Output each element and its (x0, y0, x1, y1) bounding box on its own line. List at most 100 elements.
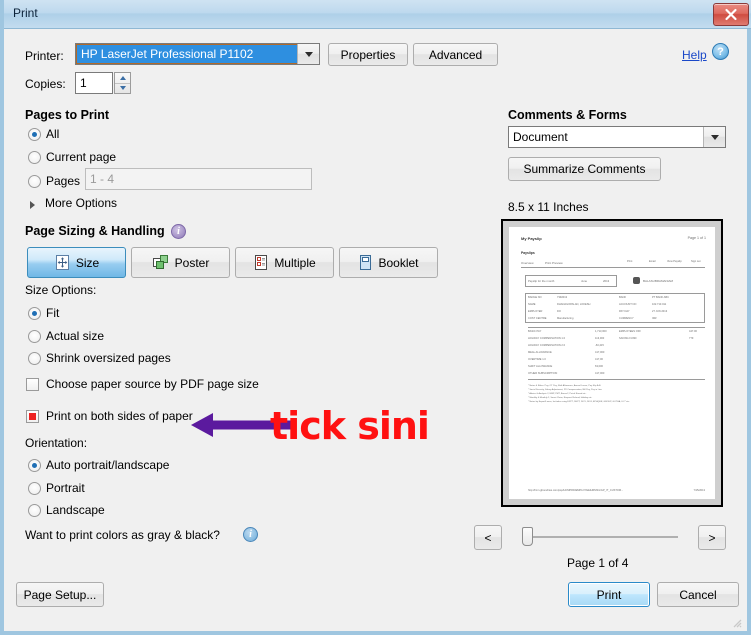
preview-fieldr-1-k: ACCOUNT NO (619, 303, 637, 306)
preview-ded-1-k: SAVING FUND (619, 337, 637, 340)
copies-input[interactable]: 1 (75, 72, 113, 94)
page-setup-button[interactable]: Page Setup... (16, 582, 104, 607)
preview-field-2-k: EMPLOYER (528, 310, 543, 313)
preview-doc-page-label: Page 1 of 1 (687, 236, 706, 240)
radio-pages-all[interactable] (28, 128, 41, 141)
resize-grip-icon[interactable] (730, 616, 742, 628)
printer-select[interactable]: HP LaserJet Professional P1102 (75, 43, 320, 65)
preview-page-indicator: Page 1 of 4 (567, 556, 629, 570)
properties-button[interactable]: Properties (328, 43, 408, 66)
paper-size-label: 8.5 x 11 Inches (508, 200, 589, 214)
radio-current-page[interactable] (28, 151, 41, 164)
checkbox-paper-source[interactable] (26, 378, 39, 391)
mode-button-size-label: Size (75, 255, 100, 270)
preview-earn-3-k: MEAL ALLOWANCE (528, 351, 552, 354)
preview-next-button[interactable]: > (698, 525, 726, 550)
preview-doc-hdr-b: Email (649, 260, 656, 263)
radio-actual-size[interactable] (28, 330, 41, 343)
mode-button-poster[interactable]: Poster (131, 247, 230, 278)
print-dialog-window: Print Printer: HP LaserJet Professional … (0, 0, 751, 635)
radio-current-page-label: Current page (46, 150, 117, 164)
preview-row-label: Payslip for the month (528, 279, 555, 283)
preview-earn-6-k: OTHER SUBSCRIPTION (528, 372, 558, 375)
preview-company-logo (633, 277, 640, 284)
summarize-comments-button[interactable]: Summarize Comments (508, 157, 661, 181)
size-options-label: Size Options: (25, 283, 97, 297)
preview-earn-0-v: 1,713,000 (595, 330, 607, 333)
preview-earn-2-k: HOLIDAY COMPENSATION 2.0 (528, 344, 566, 347)
preview-rule (521, 267, 705, 268)
chevron-right-icon[interactable] (30, 201, 35, 209)
preview-fineprint-1: * Social Security, Salary Adjustment, PX… (528, 389, 602, 391)
mode-button-size[interactable]: Size (27, 247, 126, 278)
help-link[interactable]: Help (682, 48, 707, 62)
multiple-icon (255, 255, 268, 270)
comments-forms-arrow[interactable] (703, 127, 725, 147)
radio-pages-all-label: All (46, 127, 60, 141)
preview-prev-button[interactable]: < (474, 525, 502, 550)
radio-portrait[interactable] (28, 482, 41, 495)
printer-label: Printer: (25, 49, 64, 63)
help-icon[interactable]: ? (712, 43, 729, 60)
dialog-content: Printer: HP LaserJet Professional P1102 … (4, 29, 747, 631)
preview-fineprint-3: * Monthly & Monthly 2, Smart Claim, Requ… (528, 397, 593, 399)
mode-button-multiple-label: Multiple (274, 255, 316, 270)
preview-doc-section: Payslips (521, 251, 535, 255)
booklet-icon (360, 255, 372, 270)
preview-earn-0-k: BASIC PAY (528, 330, 542, 333)
title-bar: Print (4, 0, 751, 29)
preview-row-value-1: June (581, 279, 588, 283)
printer-select-arrow[interactable] (297, 44, 319, 64)
mode-button-booklet[interactable]: Booklet (339, 247, 438, 278)
preview-fieldr-0-k: BANK (619, 296, 627, 299)
radio-landscape[interactable] (28, 504, 41, 517)
preview-doc-hdr-d: Sign out (691, 260, 701, 263)
orientation-label: Orientation: (25, 436, 88, 450)
print-preview: My Payslip Page 1 of 1 Payslips Overview… (501, 219, 723, 507)
comments-forms-select[interactable]: Document (508, 126, 726, 148)
cancel-button[interactable]: Cancel (657, 582, 739, 607)
radio-shrink-oversized-label: Shrink oversized pages (46, 351, 171, 365)
radio-actual-size-label: Actual size (46, 329, 105, 343)
pages-range-input[interactable]: 1 - 4 (85, 168, 312, 190)
printer-select-value: HP LaserJet Professional P1102 (76, 44, 298, 64)
preview-earn-5-v: 63,000 (595, 365, 603, 368)
preview-fieldr-2-v: 27 JUN 2013 (652, 310, 668, 313)
preview-field-2-v: DO (557, 310, 561, 313)
close-icon[interactable] (713, 3, 749, 26)
preview-row-value-2: 2013 (603, 279, 610, 283)
gray-black-info-icon[interactable]: i (243, 527, 258, 542)
radio-shrink-oversized[interactable] (28, 352, 41, 365)
preview-url-date: 7/15/2013 (693, 489, 705, 492)
poster-icon (152, 255, 168, 269)
preview-ded-0-k: EMPLOYEES OFF (619, 330, 641, 333)
preview-doc-hdr-c: View Payslip (667, 260, 682, 263)
preview-slider-thumb[interactable] (522, 527, 533, 546)
page-sizing-info-icon[interactable]: i (171, 224, 186, 239)
chevron-down-icon (710, 134, 719, 140)
caret-down-icon (119, 86, 126, 90)
more-options-label[interactable]: More Options (45, 196, 117, 210)
preview-field-3-v: Manufacturing (557, 317, 574, 320)
mode-button-multiple[interactable]: Multiple (235, 247, 334, 278)
preview-ded-0-v: 447.00 (689, 330, 697, 333)
preview-slider-track[interactable] (522, 536, 678, 538)
preview-ded-1-v: 779 (689, 337, 694, 340)
radio-fit[interactable] (28, 307, 41, 320)
radio-pages-range[interactable] (28, 175, 41, 188)
preview-doc-tab-0: Overview (521, 261, 534, 265)
preview-doc-title: My Payslip (521, 236, 542, 241)
comments-forms-value: Document (513, 130, 568, 144)
advanced-button[interactable]: Advanced (413, 43, 498, 66)
print-button[interactable]: Print (568, 582, 650, 607)
preview-url-footer: http://hcm.gfoundries.com/psp/HCMPRD/EMP… (528, 489, 624, 492)
radio-portrait-label: Portrait (46, 481, 85, 495)
copies-stepper[interactable] (114, 72, 131, 94)
caret-up-icon (119, 76, 126, 80)
mode-button-poster-label: Poster (174, 255, 210, 270)
preview-earn-4-v: 417,00 (595, 358, 603, 361)
gray-black-question: Want to print colors as gray & black? (25, 528, 220, 542)
radio-auto-orientation[interactable] (28, 459, 41, 472)
copies-stepper-down[interactable] (115, 83, 130, 93)
preview-fieldr-0-v: PT BANK ABC (652, 296, 669, 299)
